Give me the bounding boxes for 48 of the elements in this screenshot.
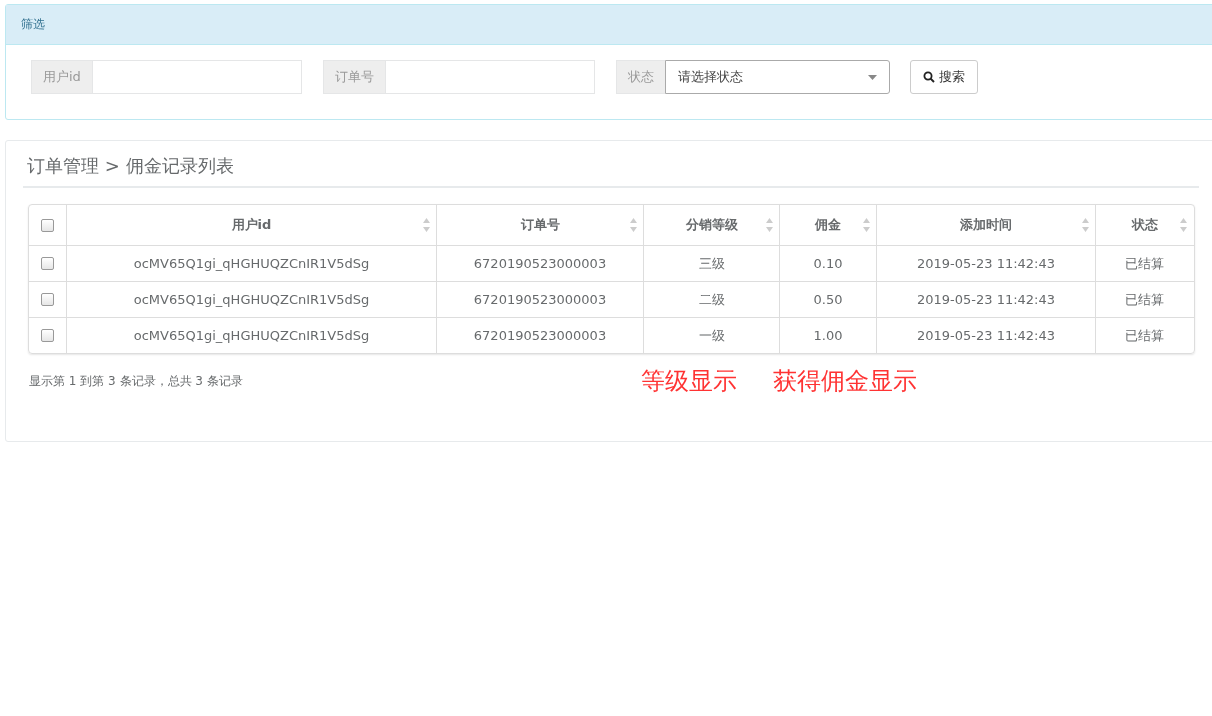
table-cell: 三级 [698,254,725,273]
field-label: 用户id [31,60,92,94]
column-header[interactable]: 状态 [1131,216,1158,234]
column-header[interactable]: 添加时间 [960,216,1012,234]
breadcrumb: 订单管理 > 佣金记录列表 [23,141,1199,188]
table-cell: 1.00 [813,328,843,343]
checkbox[interactable] [41,329,54,342]
table-cell: 6720190523000003 [473,328,607,343]
search-icon [922,71,935,83]
sort-icon[interactable] [1180,218,1187,232]
search-button[interactable]: 搜索 [909,60,978,94]
sort-icon[interactable] [766,218,773,232]
sort-icon[interactable] [630,218,637,232]
input-field[interactable] [91,60,302,94]
table-cell: 二级 [698,290,725,309]
caret-icon [867,74,877,80]
table-cell: ocMV65Q1gi_qHGHUQZCnIR1V5dSg [133,256,370,271]
table-cell: 6720190523000003 [473,292,607,307]
table-cell: 6720190523000003 [473,256,607,271]
table-cell: 2019-05-23 11:42:43 [916,328,1056,343]
table-cell: 0.50 [813,292,843,307]
table-cell: ocMV65Q1gi_qHGHUQZCnIR1V5dSg [133,328,370,343]
pagination-info: 显示第 1 到第 3 条记录，总共 3 条记录 [29,372,244,390]
checkbox[interactable] [41,257,54,270]
table-cell: 已结算 [1125,326,1164,345]
table-cell: 2019-05-23 11:42:43 [916,256,1056,271]
status-dropdown[interactable]: 请选择状态 [664,60,890,94]
checkbox[interactable] [41,218,54,232]
checkbox[interactable] [41,293,54,306]
column-header[interactable]: 用户id [231,216,272,234]
panel-title: 筛选 [21,16,45,33]
table-cell: 2019-05-23 11:42:43 [916,292,1056,307]
column-header[interactable]: 佣金 [815,216,841,234]
table-cell: 0.10 [813,256,843,271]
annotation-text: 获得佣金显示 [773,366,917,397]
table-cell: 已结算 [1125,254,1164,273]
column-header[interactable]: 订单号 [520,216,560,234]
sort-icon[interactable] [1082,218,1089,232]
table-cell: 一级 [698,326,725,345]
annotation-text: 等级显示 [641,366,737,397]
column-header[interactable]: 分销等级 [685,216,738,234]
field-label: 订单号 [322,60,385,94]
table-cell: 已结算 [1125,290,1164,309]
field-label: 状态 [615,60,665,94]
sort-icon[interactable] [423,218,430,232]
sort-icon[interactable] [863,218,870,232]
table-cell: ocMV65Q1gi_qHGHUQZCnIR1V5dSg [133,292,370,307]
input-field[interactable] [384,60,595,94]
